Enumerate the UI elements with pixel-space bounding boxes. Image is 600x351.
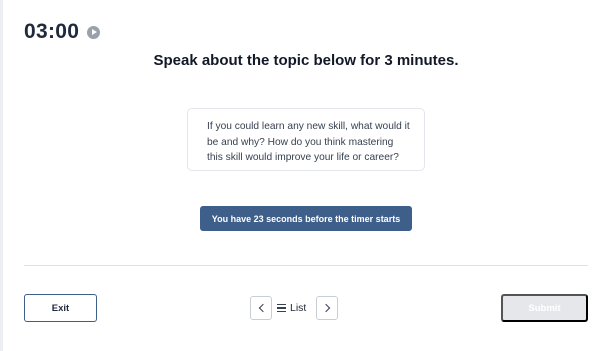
submit-button[interactable]: Submit: [501, 294, 588, 322]
play-circle-icon[interactable]: [87, 26, 101, 39]
prompt-card: If you could learn any new skill, what w…: [187, 108, 425, 171]
exit-button[interactable]: Exit: [24, 294, 97, 322]
footer-divider: [24, 265, 588, 266]
chevron-right-icon: [321, 303, 330, 313]
list-button[interactable]: List: [277, 296, 313, 320]
prompt-text: If you could learn any new skill, what w…: [207, 121, 410, 163]
next-button[interactable]: [316, 296, 338, 320]
hamburger-list-icon: [277, 304, 286, 312]
chevron-left-icon: [258, 303, 267, 313]
timer: 03:00: [24, 20, 101, 44]
task-heading: Speak about the topic below for 3 minute…: [153, 52, 459, 69]
countdown-label: You have 23 seconds before the timer sta…: [211, 213, 401, 224]
prep-countdown-banner: You have 23 seconds before the timer sta…: [200, 206, 412, 231]
list-label: List: [290, 302, 307, 314]
previous-button[interactable]: [250, 296, 272, 320]
timer-display: 03:00: [24, 20, 80, 43]
